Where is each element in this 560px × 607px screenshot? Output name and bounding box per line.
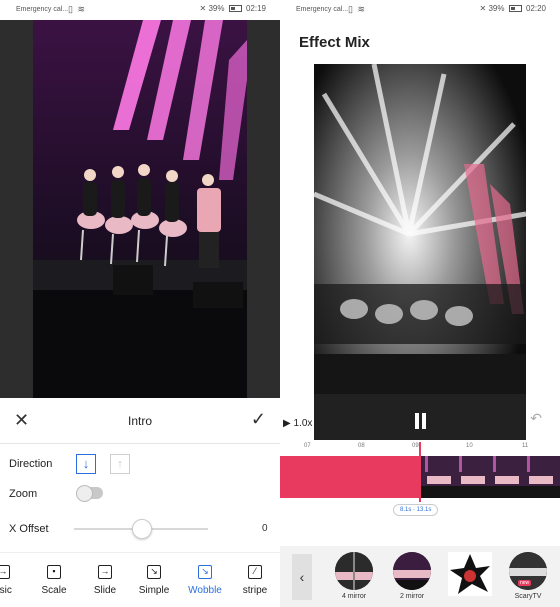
x-offset-label: X Offset xyxy=(9,523,49,535)
effect-thumbnail xyxy=(393,552,431,590)
confirm-check-icon[interactable]: ✓ xyxy=(251,409,266,430)
effect-2-mirror[interactable]: 2 mirror xyxy=(390,552,434,600)
tab-simple[interactable]: ↘ Simple xyxy=(129,565,179,596)
wobble-icon: ↘ xyxy=(198,565,212,579)
status-bar: Emergency cal... ▯ ≋ ✕ 39% 02:19 xyxy=(0,0,280,20)
effect-4-mirror[interactable]: 4 mirror xyxy=(332,552,376,600)
tab-basic[interactable]: → asic xyxy=(0,565,28,596)
zoom-label: Zoom xyxy=(9,488,38,500)
ruler-tick: 11 xyxy=(522,443,529,449)
mute-icon: ✕ xyxy=(479,4,487,13)
effect-label: ScaryTV xyxy=(514,593,542,600)
intro-editor-screen: Emergency cal... ▯ ≋ ✕ 39% 02:19 ✕ Intro… xyxy=(0,0,280,607)
ruler-tick: 07 xyxy=(304,443,311,449)
new-badge: new xyxy=(518,580,532,586)
editor-header: ✕ Intro ✓ xyxy=(0,398,280,444)
arrow-in-icon: → xyxy=(0,565,10,579)
tab-label: Slide xyxy=(93,585,117,596)
applied-effect-segment[interactable] xyxy=(280,456,420,498)
direction-label: Direction xyxy=(9,458,53,470)
ruler-tick: 10 xyxy=(466,443,473,449)
effect-video-preview[interactable] xyxy=(314,64,526,440)
animation-tabs: → asic ▪ Scale → Slide ↘ Simple ↘ Wobble… xyxy=(0,552,280,607)
speed-value: 1.0x xyxy=(293,418,313,429)
effect-scarytv[interactable]: new ScaryTV xyxy=(506,552,550,600)
effect-label: 2 mirror xyxy=(399,593,425,600)
tab-label: Wobble xyxy=(188,585,222,596)
x-offset-slider-thumb[interactable] xyxy=(132,519,152,539)
carrier-text: Emergency cal... xyxy=(296,6,349,13)
simple-icon: ↘ xyxy=(147,565,161,579)
editor-title: Intro xyxy=(127,414,152,428)
wifi-icon: ▯ ≋ xyxy=(348,4,366,14)
effect-thumbnail xyxy=(335,552,373,590)
status-right: ✕ 39% 02:19 xyxy=(200,4,266,13)
battery-icon xyxy=(508,5,522,12)
chevron-left-icon[interactable]: ‹ xyxy=(292,554,312,600)
direction-down-button[interactable]: ↓ xyxy=(76,454,96,474)
effect-frame-image xyxy=(314,64,526,440)
tab-label: Simple xyxy=(138,585,170,596)
battery-icon xyxy=(228,5,242,12)
tab-scale[interactable]: ▪ Scale xyxy=(29,565,79,596)
tab-label: stripe xyxy=(242,585,268,596)
page-title: Effect Mix xyxy=(299,34,370,51)
undo-icon[interactable]: ↶ xyxy=(530,410,542,427)
play-icon: ▶ xyxy=(283,418,291,429)
x-offset-value: 0 xyxy=(262,523,268,534)
tab-slide[interactable]: → Slide xyxy=(80,565,130,596)
video-frames-track[interactable] xyxy=(421,456,560,498)
effect-thumbnail xyxy=(448,552,492,596)
clock: 02:20 xyxy=(525,4,546,13)
carrier-text: Emergency cal... xyxy=(16,6,69,13)
effect-burst[interactable] xyxy=(448,552,492,596)
status-right: ✕ 39% 02:20 xyxy=(480,4,546,13)
video-preview[interactable] xyxy=(33,20,247,398)
effect-thumbnail: new xyxy=(509,552,547,590)
arrow-down-icon: ↓ xyxy=(82,456,90,471)
battery-percent: 39% xyxy=(488,4,505,13)
wifi-icon: ▯ ≋ xyxy=(68,4,86,14)
ruler-tick: 09 xyxy=(412,443,419,449)
slide-icon: → xyxy=(98,565,112,579)
frame-thumbnails xyxy=(421,456,560,498)
arrow-up-icon: ↑ xyxy=(116,456,124,471)
battery-percent: 39% xyxy=(208,4,225,13)
ruler-tick: 08 xyxy=(358,443,365,449)
concert-stage-image xyxy=(33,20,247,398)
tab-stripe[interactable]: ⁄ stripe xyxy=(230,565,280,596)
clock: 02:19 xyxy=(245,4,266,13)
direction-up-button[interactable]: ↑ xyxy=(110,454,130,474)
zoom-toggle[interactable] xyxy=(76,485,103,502)
status-bar: Emergency cal... ▯ ≋ ✕ 39% 02:20 xyxy=(280,0,560,20)
tab-label: asic xyxy=(0,585,12,596)
tab-label: Scale xyxy=(41,585,67,596)
playback-speed[interactable]: ▶ 1.0x xyxy=(283,418,312,429)
effect-mix-screen: Emergency cal... ▯ ≋ ✕ 39% 02:20 Effect … xyxy=(280,0,560,607)
playhead[interactable] xyxy=(419,442,421,502)
mute-icon: ✕ xyxy=(199,4,207,13)
tab-wobble[interactable]: ↘ Wobble xyxy=(180,565,230,596)
scale-icon: ▪ xyxy=(47,565,61,579)
pause-icon[interactable] xyxy=(413,413,429,429)
stripe-icon: ⁄ xyxy=(248,565,262,579)
effect-label: 4 mirror xyxy=(341,593,367,600)
time-range-pill: 8.1s · 13.1s xyxy=(393,504,439,516)
